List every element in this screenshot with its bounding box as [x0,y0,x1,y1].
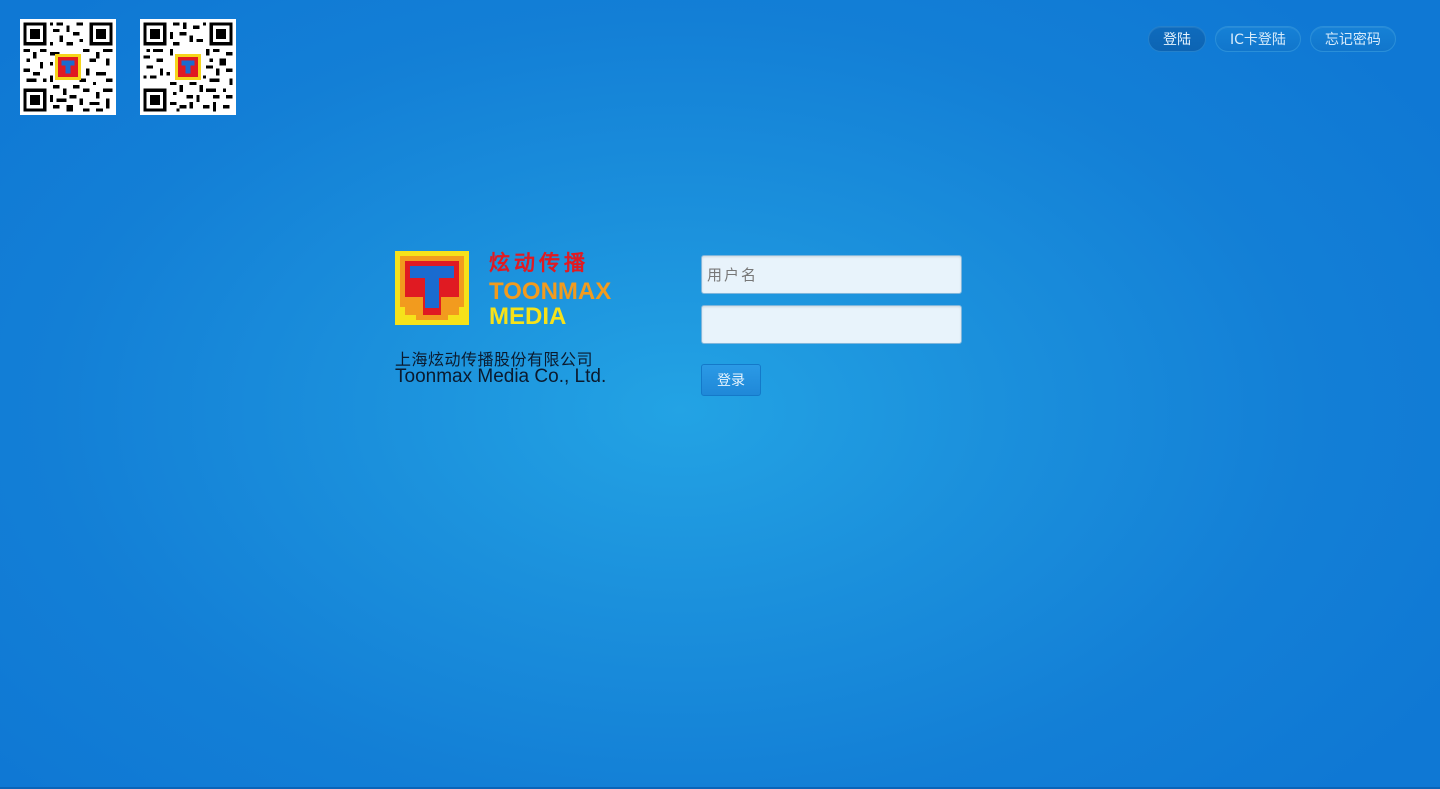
toonmax-logo-icon [395,251,469,325]
password-input[interactable] [701,305,962,344]
company-name-english: Toonmax Media Co., Ltd. [395,366,607,387]
nav-ic-login-button[interactable]: IC卡登陆 [1215,26,1301,52]
logo-english-line1: TOONMAX [489,278,612,305]
top-nav: 登陆 IC卡登陆 忘记密码 [1148,26,1396,52]
qr-code-wechat [20,19,116,115]
nav-forgot-password-button[interactable]: 忘记密码 [1309,26,1396,52]
login-form: 登录 [701,255,963,396]
logo-chinese-name: 炫动传播 [489,251,589,275]
nav-login-button[interactable]: 登陆 [1148,26,1206,52]
username-input[interactable] [701,255,962,294]
qr-code-weibo [140,19,236,115]
logo-english-line2: MEDIA [489,303,567,330]
qr-code-icon [20,19,116,115]
qr-code-icon [140,19,236,115]
login-submit-button[interactable]: 登录 [701,364,761,396]
